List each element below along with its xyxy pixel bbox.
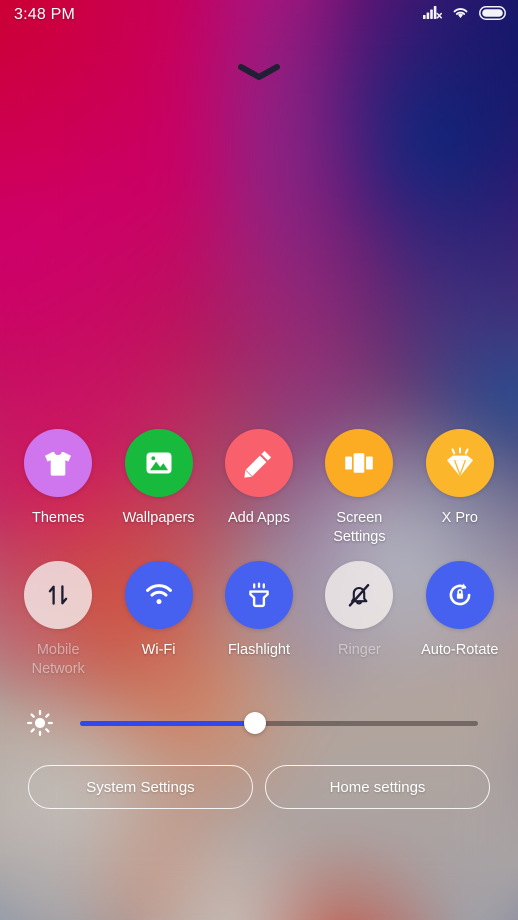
battery-icon <box>479 5 506 25</box>
shortcut-tile-themes[interactable]: Themes <box>8 429 108 547</box>
toggle-tile-mobile-network[interactable]: Mobile Network <box>8 561 108 679</box>
brightness-sun-icon <box>20 709 60 737</box>
auto-rotate-icon[interactable] <box>425 561 494 629</box>
toggle-tile-flashlight[interactable]: Flashlight <box>209 561 309 679</box>
toggle-tile-label: Ringer <box>338 642 381 658</box>
shortcut-tile-label: X Pro <box>441 510 478 526</box>
shortcut-tile-add-apps[interactable]: Add Apps <box>209 429 309 547</box>
toggle-tile-label: Auto-Rotate <box>421 642 499 658</box>
toggle-tile-label: Wi-Fi <box>141 642 176 658</box>
cellular-signal-no-sim-icon <box>423 5 442 25</box>
status-bar: 3:48 PM <box>0 0 518 30</box>
carousel-cards-icon[interactable] <box>325 429 394 497</box>
shortcut-tile-label: Screen Settings <box>333 510 386 545</box>
shortcut-tile-label: Add Apps <box>227 510 291 526</box>
bottom-button-row: System Settings Home settings <box>0 765 518 809</box>
wifi-icon <box>451 5 470 25</box>
brightness-slider-fill <box>80 720 256 726</box>
tshirt-icon[interactable] <box>24 429 93 497</box>
status-bar-clock: 3:48 PM <box>14 6 75 23</box>
diamond-gem-icon[interactable] <box>425 429 494 497</box>
pencil-edit-icon[interactable] <box>224 429 293 497</box>
chevron-down-icon[interactable] <box>236 62 282 87</box>
brightness-slider-thumb[interactable] <box>244 712 267 734</box>
shortcut-tile-wallpapers[interactable]: Wallpapers <box>108 429 208 547</box>
toggle-tile-label: Flashlight <box>227 642 291 658</box>
expand-chevron-handle[interactable] <box>0 62 518 87</box>
toggle-tile-ringer[interactable]: Ringer <box>309 561 409 679</box>
toggle-tile-label: Mobile Network <box>31 642 85 677</box>
wifi-icon[interactable] <box>124 561 193 629</box>
shortcut-tile-label: Wallpapers <box>122 510 195 526</box>
flashlight-torch-icon[interactable] <box>224 561 293 629</box>
toggle-tile-grid: Mobile Network Wi-Fi Flashlight Ringer A… <box>0 561 518 679</box>
brightness-slider[interactable] <box>80 710 478 736</box>
brightness-row <box>0 709 518 737</box>
home-settings-button[interactable]: Home settings <box>265 765 490 809</box>
shortcut-tile-grid: Themes Wallpapers Add Apps Screen Settin… <box>0 429 518 547</box>
system-settings-button[interactable]: System Settings <box>28 765 253 809</box>
toggle-tile-auto-rotate[interactable]: Auto-Rotate <box>410 561 510 679</box>
data-transfer-arrows-icon[interactable] <box>24 561 93 629</box>
bell-muted-icon[interactable] <box>325 561 394 629</box>
image-picture-icon[interactable] <box>124 429 193 497</box>
shortcut-tile-label: Themes <box>32 510 85 526</box>
shortcut-tile-x-pro[interactable]: X Pro <box>410 429 510 547</box>
shortcut-tile-screen-settings[interactable]: Screen Settings <box>309 429 409 547</box>
status-bar-icon-group <box>423 5 506 25</box>
quick-settings-panel: Themes Wallpapers Add Apps Screen Settin… <box>0 415 518 920</box>
quick-settings-screen: 3:48 PM Themes Wallpapers Add Apps Scree… <box>0 0 518 920</box>
toggle-tile-wifi[interactable]: Wi-Fi <box>108 561 208 679</box>
